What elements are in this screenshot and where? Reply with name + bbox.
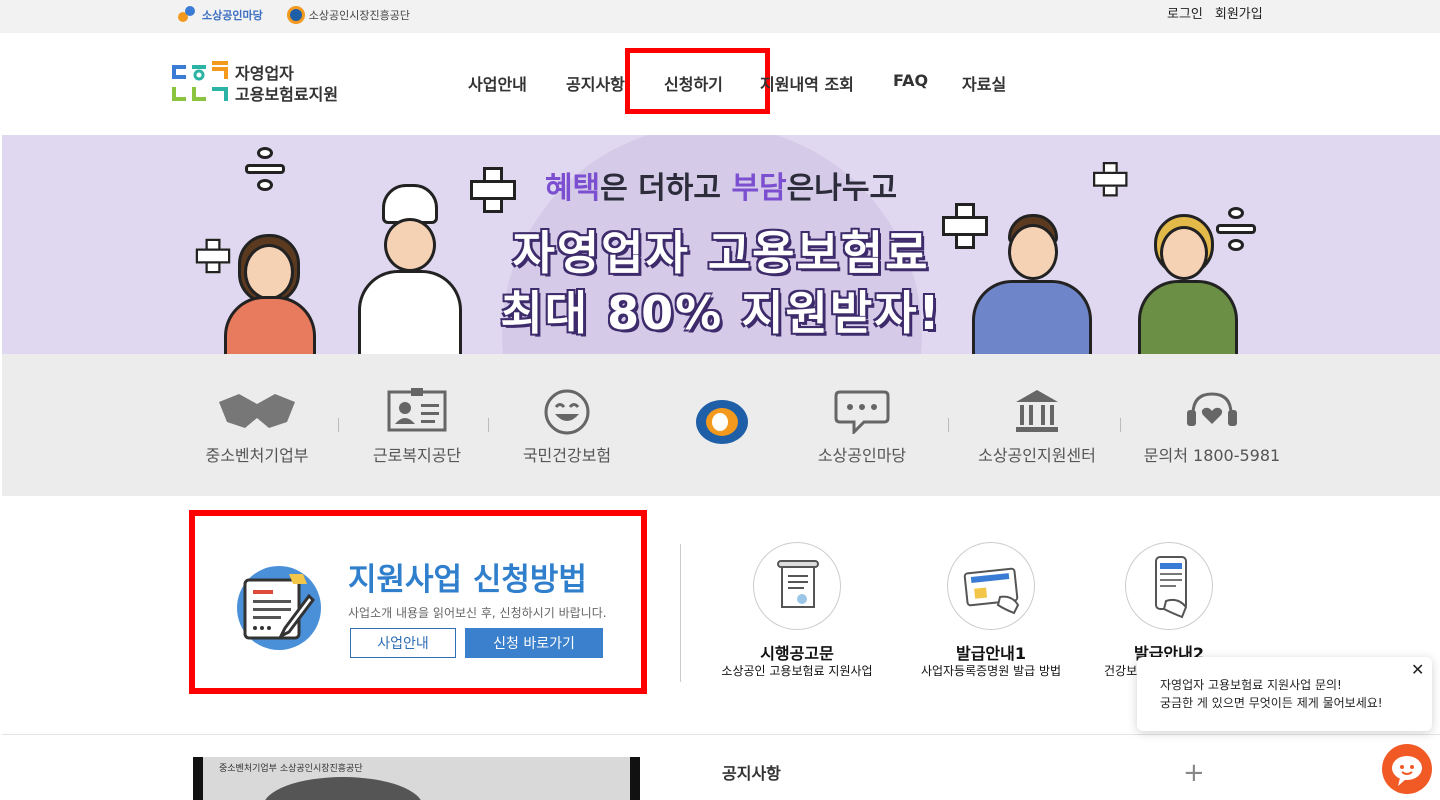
madang-logo-label: 소상공인마당 — [202, 9, 263, 22]
chatbot-message-line2: 궁금한 게 있으면 무엇이든 제게 물어보세요! — [1160, 696, 1383, 710]
top-utility-bar: 소상공인마당 소상공인시장진흥공단 로그인 회원가입 — [0, 0, 1440, 33]
divider — [338, 418, 339, 432]
login-link[interactable]: 로그인 — [1167, 3, 1203, 22]
sosanggongin-madang-logo[interactable]: 소상공인마당 — [178, 6, 263, 24]
banner-text-add: 은 더하고 — [600, 171, 732, 206]
quick-link-label: 소상공인지원센터 — [978, 446, 1096, 465]
madang-logo-icon — [178, 6, 198, 24]
quick-link-semas-emblem[interactable] — [682, 354, 762, 496]
notice-more-plus-icon[interactable]: + — [1183, 760, 1205, 786]
apply-now-button[interactable]: 신청 바로가기 — [465, 628, 603, 658]
quick-link-madang[interactable]: 소상공인마당 — [792, 354, 932, 496]
chatbot-face-icon — [1392, 756, 1422, 786]
quick-link-mss[interactable]: 중소벤처기업부 — [182, 354, 332, 496]
section-divider-horizontal — [2, 734, 1440, 735]
nav-notice[interactable]: 공지사항 — [566, 71, 625, 95]
semas-logo-icon — [286, 6, 305, 24]
semas-logo[interactable]: 소상공인시장진흥공단 — [286, 6, 410, 24]
quick-link-nhis[interactable]: 국민건강보험 — [497, 354, 637, 496]
card-hand-icon — [947, 542, 1035, 630]
site-header: 자영업자 고용보험료지원 사업안내 공지사항 신청하기 지원내역 조회 FAQ … — [0, 33, 1440, 134]
quick-links-bar: 중소벤처기업부 근로복지공단 국민건강보험 소상공인마당 소상공인지원센터 문의… — [2, 354, 1440, 496]
chatbot-message-line1: 자영업자 고용보험료 지원사업 문의! — [1160, 678, 1342, 692]
nav-history[interactable]: 지원내역 조회 — [760, 71, 854, 95]
banner-headline-1: 혜택은 더하고 부담은나누고 — [2, 163, 1440, 207]
apply-title: 지원사업 신청방법 — [348, 562, 587, 598]
document-pen-icon — [237, 566, 321, 650]
quick-link-label: 근로복지공단 — [372, 446, 462, 465]
business-info-button[interactable]: 사업안내 — [350, 628, 456, 658]
banner-headline-2: 자영업자 고용보험료 — [512, 226, 930, 280]
nav-faq[interactable]: FAQ — [893, 71, 928, 90]
quick-link-contact[interactable]: 문의처 1800-5981 — [1137, 354, 1287, 496]
signup-link[interactable]: 회원가입 — [1215, 3, 1263, 22]
apply-method-box: 지원사업 신청방법 사업소개 내용을 읽어보신 후, 신청하시기 바랍니다. 사… — [189, 510, 647, 694]
video-person-silhouette — [263, 777, 423, 800]
card-subtitle: 소상공인 고용보험료 지원사업 — [721, 664, 873, 678]
smile-icon — [544, 389, 590, 435]
close-icon[interactable]: ✕ — [1411, 660, 1424, 679]
chatbot-button[interactable] — [1382, 744, 1432, 794]
semas-emblem-icon — [696, 400, 748, 444]
promo-video[interactable]: 중소벤처기업부 소상공인시장진흥공단 — [193, 757, 640, 800]
quick-link-label: 문의처 1800-5981 — [1143, 446, 1281, 465]
partner-logos: 소상공인마당 소상공인시장진흥공단 — [178, 6, 410, 24]
notice-section-title: 공지사항 — [722, 764, 781, 783]
card-subtitle: 사업자등록증명원 발급 방법 — [920, 664, 1062, 678]
quick-link-kcomwel[interactable]: 근로복지공단 — [347, 354, 487, 496]
section-divider — [680, 544, 681, 682]
banner-text-share: 은나누고 — [786, 171, 898, 206]
card-title: 발급안내1 — [955, 644, 1026, 663]
apply-description: 사업소개 내용을 읽어보신 후, 신청하시기 바랍니다. — [348, 606, 607, 620]
divider — [488, 418, 489, 432]
bank-building-icon — [1016, 390, 1058, 432]
id-card-icon — [387, 388, 447, 432]
card-title: 시행공고문 — [760, 644, 834, 663]
quick-link-label: 국민건강보험 — [522, 446, 612, 465]
nav-apply[interactable]: 신청하기 — [664, 71, 723, 95]
quick-link-label: 중소벤처기업부 — [205, 446, 309, 465]
divider — [948, 418, 949, 432]
hero-banner[interactable]: 혜택은 더하고 부담은나누고 자영업자 고용보험료 최대 80% 지원받자! — [2, 135, 1440, 354]
nav-archive[interactable]: 자료실 — [962, 71, 1006, 95]
main-nav: 사업안내 공지사항 신청하기 지원내역 조회 FAQ 자료실 — [0, 33, 1440, 134]
video-caption: 중소벤처기업부 소상공인시장진흥공단 — [219, 764, 363, 774]
banner-accent-burden: 부담 — [731, 171, 787, 206]
handshake-icon — [219, 394, 295, 428]
phone-hand-icon — [1125, 542, 1213, 630]
quick-link-center[interactable]: 소상공인지원센터 — [957, 354, 1117, 496]
chatbot-popup[interactable]: 자영업자 고용보험료 지원사업 문의! 궁금한 게 있으면 무엇이든 제게 물어… — [1137, 657, 1432, 731]
video-frame: 중소벤처기업부 소상공인시장진흥공단 — [203, 757, 630, 800]
quick-link-label: 소상공인마당 — [817, 446, 907, 465]
scroll-document-icon — [753, 542, 841, 630]
headset-heart-icon — [1187, 392, 1237, 426]
banner-headline-3: 최대 80% 지원받자! — [500, 286, 942, 340]
chat-bubble-icon — [834, 390, 890, 434]
nav-business-info[interactable]: 사업안내 — [468, 71, 527, 95]
semas-logo-label: 소상공인시장진흥공단 — [308, 9, 410, 22]
divider — [1120, 418, 1121, 432]
account-links: 로그인 회원가입 — [1167, 3, 1263, 22]
banner-accent-benefit: 혜택 — [544, 171, 601, 206]
